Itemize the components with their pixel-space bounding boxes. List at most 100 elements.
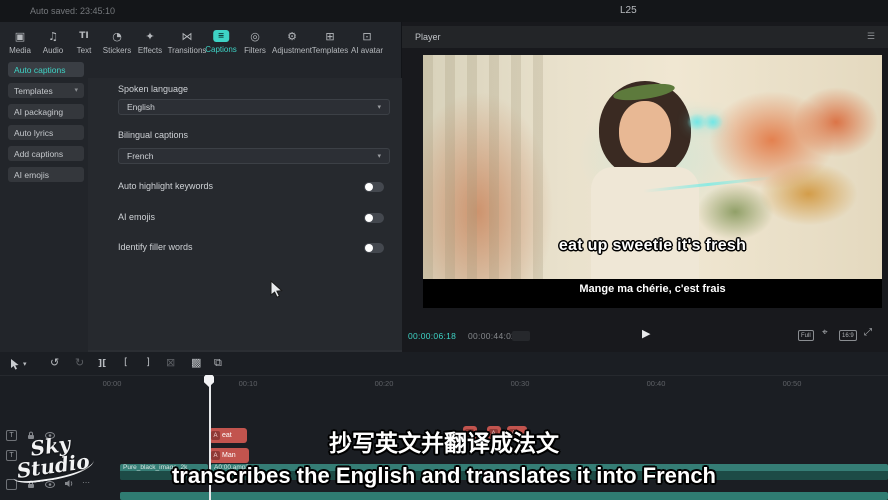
timeline-ruler[interactable] bbox=[100, 376, 888, 390]
templates-icon: ⊞ bbox=[325, 30, 334, 43]
auto-highlight-toggle[interactable] bbox=[364, 182, 384, 192]
ai-avatar-icon: ⊡ bbox=[362, 30, 371, 43]
mouse-cursor bbox=[270, 280, 284, 300]
split-icon[interactable]: ][ bbox=[98, 359, 106, 369]
chevron-down-icon: ▾ bbox=[377, 153, 381, 160]
bilingual-language-value: French bbox=[127, 151, 153, 161]
undo-icon[interactable]: ↺ bbox=[50, 357, 59, 368]
spoken-language-select[interactable]: English ▾ bbox=[118, 99, 390, 115]
tool-label: Effects bbox=[138, 46, 162, 55]
tool-stickers[interactable]: ◔ Stickers bbox=[103, 30, 131, 55]
bilingual-language-select[interactable]: French ▾ bbox=[118, 148, 390, 164]
player-header: Player ☰ bbox=[402, 26, 888, 48]
toggle-knob bbox=[365, 183, 373, 191]
tool-transitions[interactable]: ⋈ Transitions bbox=[168, 30, 207, 55]
select-tool-chevron-icon[interactable]: ▾ bbox=[23, 361, 27, 368]
tool-audio[interactable]: ♫ Audio bbox=[43, 30, 63, 55]
tool-label: Filters bbox=[244, 46, 266, 55]
player-title: Player bbox=[415, 32, 441, 42]
video-figure-art bbox=[619, 101, 671, 163]
spoken-language-label: Spoken language bbox=[118, 84, 188, 94]
tool-label: Text bbox=[77, 46, 92, 55]
captions-icon: ≡ bbox=[213, 30, 229, 42]
tool-label: Stickers bbox=[103, 46, 131, 55]
video-preview[interactable]: eat up sweetie it's fresh Mange ma chéri… bbox=[423, 55, 882, 308]
sidebar-item-auto-captions[interactable]: Auto captions bbox=[8, 62, 84, 77]
sidebar-item-ai-packaging[interactable]: AI packaging bbox=[8, 104, 84, 119]
transitions-icon: ⋈ bbox=[181, 30, 192, 43]
total-duration: 00:00:44:02 bbox=[468, 331, 516, 341]
timeline-toolbar: ▾ ↺ ↻ ][ [ ] ⊠ ▩ ⧉ bbox=[0, 352, 888, 376]
delete-clip-icon[interactable]: ⊠ bbox=[166, 357, 175, 368]
sidebar-item-label: AI packaging bbox=[14, 107, 63, 117]
tool-effects[interactable]: ✦ Effects bbox=[138, 30, 162, 55]
current-time: 00:00:06:18 bbox=[408, 331, 456, 341]
window-title: L25 bbox=[620, 5, 637, 16]
effects-icon: ✦ bbox=[145, 30, 154, 43]
spoken-language-value: English bbox=[127, 102, 155, 112]
chevron-down-icon: ▾ bbox=[74, 87, 78, 94]
ai-emojis-toggle[interactable] bbox=[364, 213, 384, 223]
tool-adjustment[interactable]: ⚙ Adjustment bbox=[272, 30, 312, 55]
ai-emojis-label: AI emojis bbox=[118, 212, 155, 222]
stickers-icon: ◔ bbox=[112, 30, 122, 43]
sidebar-item-label: Templates bbox=[14, 86, 53, 96]
sidebar-item-ai-emojis[interactable]: AI emojis bbox=[8, 167, 84, 182]
text-icon: TI bbox=[79, 30, 89, 43]
ruler-label: 00:30 bbox=[511, 379, 530, 388]
toggle-knob bbox=[365, 214, 373, 222]
captions-form: Spoken language English ▾ Bilingual capt… bbox=[88, 78, 402, 350]
ruler-label: 00:40 bbox=[647, 379, 666, 388]
player-controls: 00:00:06:18 00:00:44:02 ▶ Full ⌖ 16:9 ⤢ bbox=[402, 324, 888, 348]
sidebar-item-label: Add captions bbox=[14, 149, 63, 159]
ruler-label: 00:00 bbox=[103, 379, 122, 388]
auto-highlight-label: Auto highlight keywords bbox=[118, 181, 213, 191]
autosave-status: Auto saved: 23:45:10 bbox=[30, 6, 115, 16]
ratio-badge[interactable]: 16:9 bbox=[839, 330, 857, 341]
sidebar-item-auto-lyrics[interactable]: Auto lyrics bbox=[8, 125, 84, 140]
play-button[interactable]: ▶ bbox=[642, 328, 650, 339]
audio-track-clip[interactable] bbox=[120, 492, 888, 500]
tool-label: Media bbox=[9, 46, 31, 55]
quality-badge[interactable]: Full bbox=[798, 330, 814, 341]
filters-icon: ◎ bbox=[250, 30, 260, 43]
video-figure-art bbox=[591, 167, 699, 279]
tool-label: Captions bbox=[205, 45, 237, 54]
ruler-label: 00:50 bbox=[783, 379, 802, 388]
audio-icon: ♫ bbox=[48, 30, 58, 43]
bilingual-captions-label: Bilingual captions bbox=[118, 130, 188, 140]
sidebar-item-templates[interactable]: Templates ▾ bbox=[8, 83, 84, 98]
toggle-knob bbox=[365, 244, 373, 252]
tool-label: Audio bbox=[43, 46, 63, 55]
tool-ai-avatar[interactable]: ⊡ AI avatar bbox=[351, 30, 383, 55]
video-caption-english: eat up sweetie it's fresh bbox=[423, 237, 882, 255]
tool-templates[interactable]: ⊞ Templates bbox=[312, 30, 348, 55]
crop-icon[interactable]: ⧉ bbox=[214, 357, 222, 368]
tool-filters[interactable]: ◎ Filters bbox=[244, 30, 266, 55]
sidebar-item-add-captions[interactable]: Add captions bbox=[8, 146, 84, 161]
adjustment-icon: ⚙ bbox=[287, 30, 297, 43]
trim-left-icon[interactable]: [ bbox=[124, 357, 128, 368]
redo-icon[interactable]: ↻ bbox=[75, 357, 84, 368]
trim-right-icon[interactable]: ] bbox=[146, 357, 150, 368]
select-tool-icon[interactable] bbox=[10, 358, 20, 371]
chevron-down-icon: ▾ bbox=[377, 104, 381, 111]
sidebar-item-label: Auto captions bbox=[14, 65, 66, 75]
dim-indicator bbox=[512, 331, 530, 341]
top-bar: Auto saved: 23:45:10 L25 bbox=[0, 0, 888, 22]
video-caption-french: Mange ma chérie, c'est frais bbox=[423, 283, 882, 295]
filler-words-toggle[interactable] bbox=[364, 243, 384, 253]
sidebar-item-label: AI emojis bbox=[14, 170, 49, 180]
focus-icon[interactable]: ⌖ bbox=[822, 328, 828, 338]
player-menu-icon[interactable]: ☰ bbox=[867, 33, 875, 42]
ruler-label: 00:10 bbox=[239, 379, 258, 388]
tool-media[interactable]: ▣ Media bbox=[9, 30, 31, 55]
mask-icon[interactable]: ▩ bbox=[191, 357, 201, 368]
sidebar-item-label: Auto lyrics bbox=[14, 128, 53, 138]
tool-text[interactable]: TI Text bbox=[77, 30, 92, 55]
ruler-label: 00:20 bbox=[375, 379, 394, 388]
fullscreen-icon[interactable]: ⤢ bbox=[864, 328, 872, 338]
burned-subtitle-english: transcribes the English and translates i… bbox=[0, 463, 888, 489]
tool-label: Adjustment bbox=[272, 46, 312, 55]
tool-captions[interactable]: ≡ Captions bbox=[205, 30, 237, 54]
